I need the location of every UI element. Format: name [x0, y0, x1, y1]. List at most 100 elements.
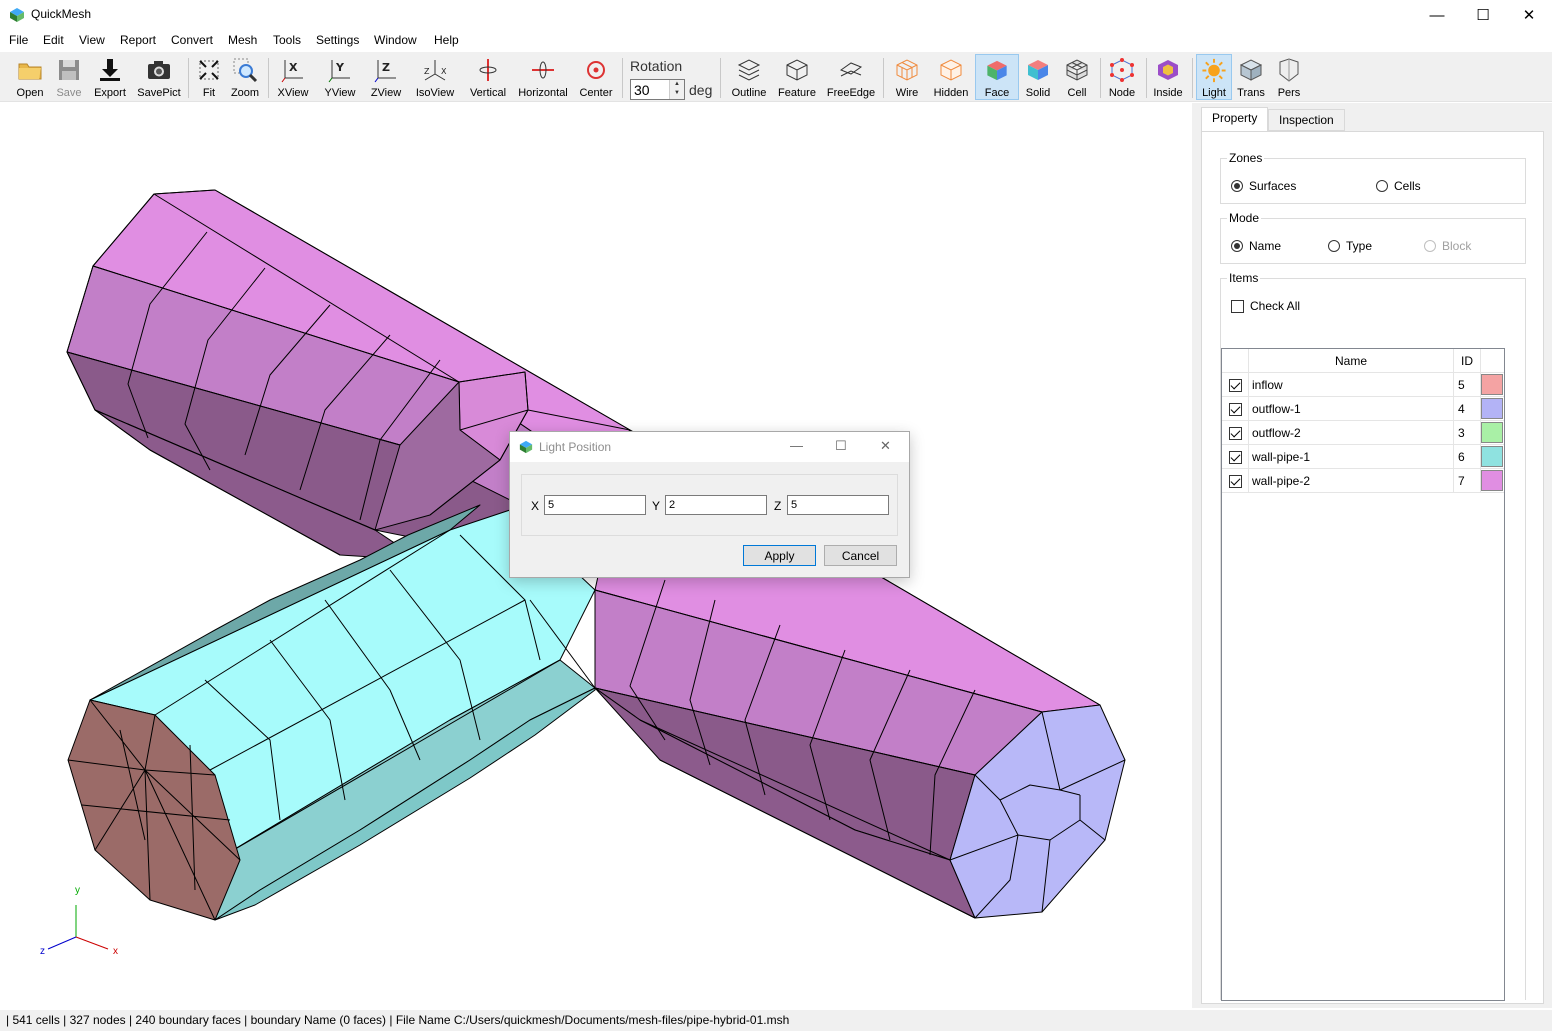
z-input[interactable] [787, 495, 889, 515]
row-color-swatch[interactable] [1481, 470, 1503, 491]
cancel-button[interactable]: Cancel [824, 545, 897, 566]
row-checkbox[interactable] [1228, 450, 1242, 464]
radio-type[interactable]: Type [1328, 239, 1372, 253]
x-input[interactable] [544, 495, 646, 515]
table-row[interactable]: inflow 5 [1222, 373, 1504, 397]
yview-button[interactable]: Y YView [320, 54, 360, 100]
radio-cells[interactable]: Cells [1376, 179, 1421, 193]
column-name[interactable]: Name [1249, 349, 1454, 373]
table-row[interactable]: wall-pipe-2 7 [1222, 469, 1504, 493]
wire-button[interactable]: Wire [889, 54, 925, 100]
check-all-checkbox[interactable] [1231, 299, 1244, 313]
app-logo-icon [10, 8, 24, 22]
toolbar-separator [188, 58, 189, 98]
menu-convert[interactable]: Convert [171, 33, 213, 47]
zoom-button[interactable]: Zoom [229, 54, 261, 100]
axis-x-label: x [113, 946, 118, 957]
minimize-button[interactable]: — [1414, 0, 1460, 30]
svg-text:Y: Y [335, 61, 345, 74]
rotation-label: Rotation [630, 58, 683, 74]
wire-icon [896, 59, 918, 81]
table-row[interactable]: outflow-2 3 [1222, 421, 1504, 445]
menu-settings[interactable]: Settings [316, 33, 359, 47]
node-button[interactable]: Node [1105, 54, 1139, 100]
apply-button[interactable]: Apply [743, 545, 816, 566]
pers-button[interactable]: Pers [1274, 54, 1304, 100]
inside-button[interactable]: Inside [1151, 54, 1185, 100]
zones-group: Zones Surfaces Cells [1220, 151, 1526, 204]
toolbar-separator [1192, 58, 1193, 98]
check-all[interactable]: Check All [1231, 299, 1300, 313]
light-position-fields: X Y Z [521, 474, 898, 536]
menu-window[interactable]: Window [374, 33, 417, 47]
row-checkbox[interactable] [1228, 378, 1242, 392]
savepict-button[interactable]: SavePict [136, 54, 182, 100]
center-button[interactable]: Center [576, 54, 616, 100]
trans-button[interactable]: Trans [1234, 54, 1268, 100]
isoview-button[interactable]: ZX IsoView [413, 54, 457, 100]
table-row[interactable]: outflow-1 4 [1222, 397, 1504, 421]
trans-icon [1239, 59, 1263, 81]
radio-name[interactable]: Name [1231, 239, 1281, 253]
dialog-maximize-button[interactable]: ☐ [835, 438, 847, 454]
tab-inspection[interactable]: Inspection [1268, 109, 1345, 131]
tab-property[interactable]: Property [1201, 107, 1269, 131]
row-name: outflow-2 [1249, 421, 1454, 445]
menu-mesh[interactable]: Mesh [228, 33, 257, 47]
solid-button[interactable]: Solid [1021, 54, 1055, 100]
close-button[interactable]: ✕ [1506, 0, 1552, 30]
face-icon [987, 60, 1007, 81]
menu-bar: File Edit View Report Convert Mesh Tools… [0, 30, 1552, 52]
menu-help[interactable]: Help [434, 33, 459, 47]
camera-icon [148, 61, 170, 79]
fit-button[interactable]: Fit [194, 54, 224, 100]
property-panel: Property Inspection Zones Surfaces Cells… [1192, 103, 1552, 1008]
dialog-title-bar[interactable]: Light Position — ☐ ✕ [510, 432, 909, 462]
menu-edit[interactable]: Edit [43, 33, 64, 47]
row-color-swatch[interactable] [1481, 422, 1503, 443]
open-button[interactable]: Open [12, 54, 48, 100]
zview-button[interactable]: Z ZView [367, 54, 405, 100]
menu-file[interactable]: File [9, 33, 28, 47]
vertical-button[interactable]: Vertical [465, 54, 511, 100]
menu-view[interactable]: View [79, 33, 105, 47]
y-input[interactable] [665, 495, 767, 515]
radio-block: Block [1424, 239, 1471, 253]
row-checkbox[interactable] [1228, 474, 1242, 488]
xview-button[interactable]: X XView [274, 54, 312, 100]
menu-tools[interactable]: Tools [273, 33, 301, 47]
row-color-swatch[interactable] [1481, 446, 1503, 467]
toolbar-separator [1100, 58, 1101, 98]
zoom-icon [233, 58, 258, 83]
table-row[interactable]: wall-pipe-1 6 [1222, 445, 1504, 469]
dialog-minimize-button[interactable]: — [790, 438, 803, 453]
column-color [1481, 349, 1504, 373]
radio-surfaces[interactable]: Surfaces [1231, 179, 1296, 193]
cell-button[interactable]: Cell [1060, 54, 1094, 100]
export-button[interactable]: Export [91, 54, 129, 100]
dialog-close-button[interactable]: ✕ [880, 438, 891, 454]
hidden-button[interactable]: Hidden [931, 54, 971, 100]
light-button[interactable]: Light [1196, 54, 1232, 100]
row-checkbox[interactable] [1228, 426, 1242, 440]
items-title: Items [1227, 271, 1261, 285]
items-table: Name ID inflow 5 outflow-1 4 outflow-2 3 [1221, 348, 1505, 1001]
face-button[interactable]: Face [975, 54, 1019, 100]
free-edge-icon [839, 62, 863, 77]
hidden-icon [940, 59, 962, 81]
row-name: wall-pipe-1 [1249, 445, 1454, 469]
row-color-swatch[interactable] [1481, 374, 1503, 395]
rotation-spinner[interactable]: ▲ ▼ [669, 80, 684, 99]
outline-button[interactable]: Outline [729, 54, 769, 100]
save-button[interactable]: Save [51, 54, 87, 100]
freeedge-button[interactable]: FreeEdge [825, 54, 877, 100]
feature-button[interactable]: Feature [775, 54, 819, 100]
column-id[interactable]: ID [1454, 349, 1481, 373]
feature-icon [786, 59, 808, 81]
menu-report[interactable]: Report [120, 33, 156, 47]
row-id: 7 [1454, 469, 1481, 493]
row-checkbox[interactable] [1228, 402, 1242, 416]
horizontal-button[interactable]: Horizontal [517, 54, 569, 100]
maximize-button[interactable]: ☐ [1460, 0, 1506, 30]
row-color-swatch[interactable] [1481, 398, 1503, 419]
